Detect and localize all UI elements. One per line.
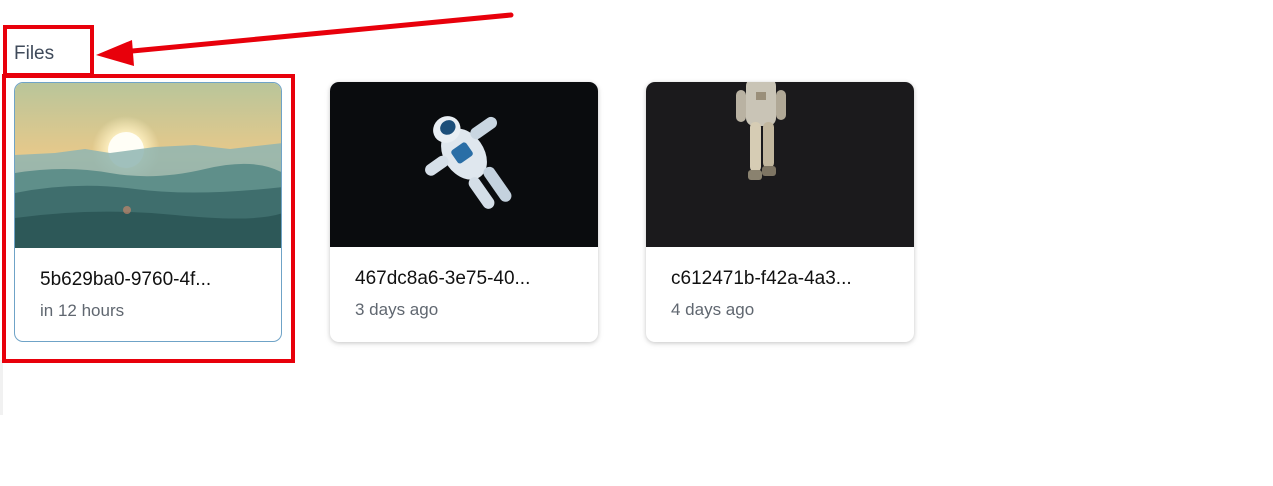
- files-page: Files 5b629ba0-9760-4f... in 12 hours 46…: [0, 0, 1273, 486]
- annotation-arrow-icon: [96, 12, 514, 66]
